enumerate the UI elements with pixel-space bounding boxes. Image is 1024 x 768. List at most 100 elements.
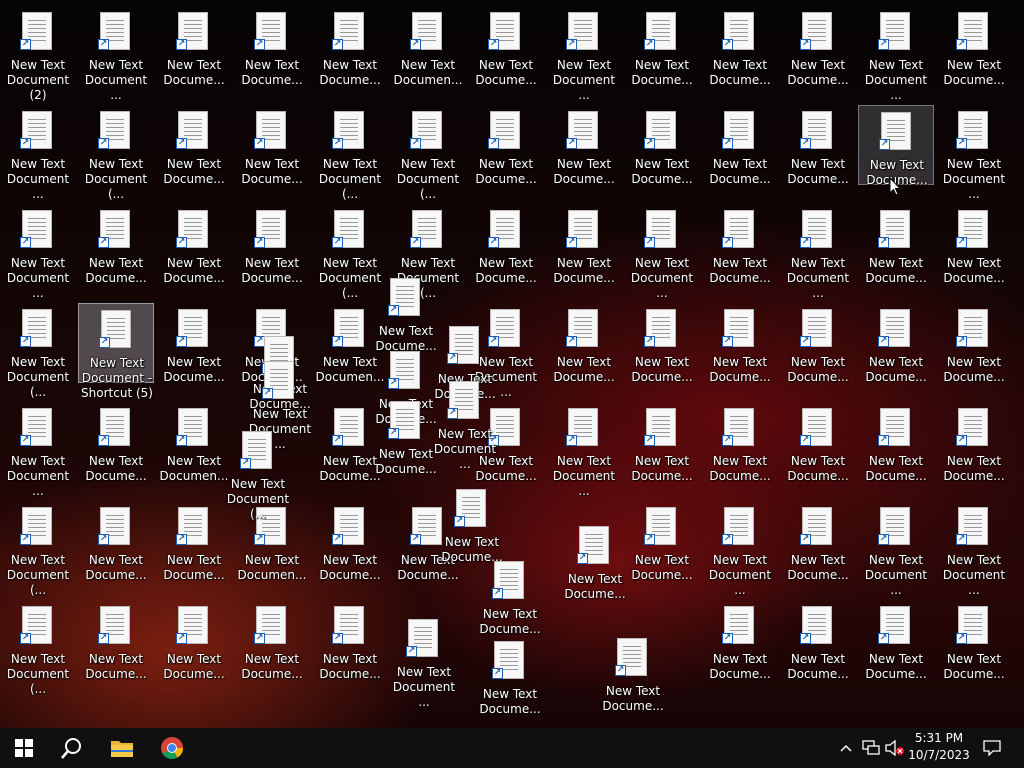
desktop-shortcut[interactable]: ↗New Text Docume... <box>595 632 671 713</box>
desktop-shortcut[interactable]: ↗New Text Docume... <box>434 483 510 564</box>
desktop-shortcut[interactable]: ↗New Text Docume... <box>936 402 1012 483</box>
desktop-shortcut[interactable]: ↗ New Text Document ... <box>546 6 622 102</box>
action-center-button[interactable] <box>978 728 1006 768</box>
desktop-shortcut[interactable]: ↗New Text Docume... <box>780 501 856 582</box>
shortcut-label: New Text Docume... <box>163 355 225 384</box>
start-button[interactable] <box>0 728 48 768</box>
desktop-shortcut[interactable]: ↗New Text Docume... <box>156 105 232 186</box>
desktop-shortcut[interactable]: ↗ New Text Document ... <box>702 501 778 597</box>
desktop-shortcut[interactable]: ↗ New Text Document ... <box>0 204 76 300</box>
desktop-shortcut[interactable]: ↗ New Text Document ... <box>858 6 934 102</box>
desktop-shortcut[interactable]: ↗ New Text Document (... <box>0 303 76 399</box>
desktop-shortcut[interactable]: ↗ New Text Document ... <box>0 105 76 201</box>
desktop-shortcut[interactable]: ↗New Text Docume... <box>702 204 778 285</box>
shortcut-arrow-icon: ↗ <box>20 435 31 446</box>
desktop-shortcut[interactable]: ↗New Text Docume... <box>858 204 934 285</box>
desktop-shortcut[interactable]: ↗ New Text Document (... <box>390 105 466 201</box>
shortcut-label: New Text Docume... <box>479 607 541 636</box>
desktop-shortcut[interactable]: ↗New Text Docume... <box>936 303 1012 384</box>
chrome-button[interactable] <box>148 728 196 768</box>
desktop-shortcut[interactable]: ↗ New Text Document ... <box>624 204 700 300</box>
desktop-shortcut[interactable]: ↗New Text Docume... <box>156 204 232 285</box>
desktop-shortcut[interactable]: ↗ New Text Document ... <box>0 402 76 498</box>
desktop-shortcut[interactable]: ↗New Text Docume... <box>312 501 388 582</box>
desktop-shortcut[interactable]: ↗New Text Docume... <box>468 6 544 87</box>
desktop-shortcut[interactable]: ↗New Text Docume... <box>702 303 778 384</box>
desktop-shortcut[interactable]: ↗New Text Docume... <box>624 6 700 87</box>
desktop[interactable]: ↗ New Text Document (2) ↗ New Text Document… <box>0 0 1024 728</box>
volume-button[interactable] <box>884 728 906 768</box>
desktop-shortcut[interactable]: ↗ New Text Document ... <box>936 105 1012 201</box>
desktop-shortcut[interactable]: ↗New Text Docume... <box>78 600 154 681</box>
desktop-shortcut[interactable]: ↗New Text Docume... <box>624 402 700 483</box>
shortcut-arrow-icon: ↗ <box>492 668 503 679</box>
desktop-shortcut[interactable]: ↗New Text Docume... <box>312 6 388 87</box>
desktop-shortcut[interactable]: ↗New Text Docume... <box>368 395 444 476</box>
desktop-shortcut[interactable]: ↗ New Text Document (... <box>78 105 154 201</box>
desktop-shortcut[interactable]: ↗New Text Docume... <box>546 303 622 384</box>
desktop-shortcut[interactable]: ↗ New Text Document ... <box>386 613 462 709</box>
desktop-shortcut[interactable]: ↗ New Text Document (... <box>0 600 76 696</box>
desktop-shortcut[interactable]: ↗New Text Docume... <box>936 600 1012 681</box>
desktop-shortcut[interactable]: ↗ New Text Document ... <box>78 6 154 102</box>
desktop-shortcut[interactable]: ↗New Text Docume... <box>780 402 856 483</box>
desktop-shortcut[interactable]: ↗ New Text Document ... <box>858 501 934 597</box>
desktop-shortcut[interactable]: ↗ New Text Document - Shortcut (5) <box>78 303 154 400</box>
desktop-shortcut[interactable]: ↗New Text Docume... <box>78 501 154 582</box>
desktop-shortcut[interactable]: ↗ New Text Document ... <box>546 402 622 498</box>
shortcut-arrow-icon: ↗ <box>98 39 109 50</box>
desktop-shortcut[interactable]: ↗New Text Docume... <box>780 105 856 186</box>
desktop-shortcut[interactable]: ↗ New Text Documen... <box>390 6 466 87</box>
desktop-shortcut[interactable]: ↗New Text Docume... <box>858 105 934 187</box>
desktop-shortcut[interactable]: ↗New Text Docume... <box>858 303 934 384</box>
desktop-shortcut[interactable]: ↗New Text Docume... <box>702 600 778 681</box>
desktop-shortcut[interactable]: ↗New Text Docume... <box>557 520 633 601</box>
desktop-shortcut[interactable]: ↗New Text Docume... <box>234 600 310 681</box>
desktop-shortcut[interactable]: ↗New Text Docume... <box>936 6 1012 87</box>
shortcut-label: New Text Document ... <box>552 58 616 102</box>
desktop-shortcut[interactable]: ↗New Text Docume... <box>546 105 622 186</box>
desktop-shortcut[interactable]: ↗New Text Docume... <box>78 204 154 285</box>
desktop-shortcut[interactable]: ↗New Text Docume... <box>546 204 622 285</box>
desktop-shortcut[interactable]: ↗New Text Docume... <box>156 303 232 384</box>
desktop-shortcut[interactable]: ↗New Text Docume... <box>156 600 232 681</box>
desktop-shortcut[interactable]: ↗New Text Docume... <box>858 600 934 681</box>
desktop-shortcut[interactable]: ↗New Text Docume... <box>936 204 1012 285</box>
file-explorer-button[interactable] <box>98 728 146 768</box>
shortcut-label: New Text Document ... <box>864 58 928 102</box>
desktop-shortcut[interactable]: ↗New Text Docume... <box>702 402 778 483</box>
show-hidden-icons-button[interactable] <box>836 728 856 768</box>
mouse-cursor-icon <box>889 177 901 196</box>
desktop-shortcut[interactable]: ↗New Text Docume... <box>780 6 856 87</box>
desktop-shortcut[interactable]: ↗New Text Docume... <box>780 303 856 384</box>
search-button[interactable] <box>48 728 96 768</box>
desktop-shortcut[interactable]: ↗New Text Docume... <box>702 6 778 87</box>
desktop-shortcut[interactable]: ↗New Text Docume... <box>624 105 700 186</box>
desktop-shortcut[interactable]: ↗ New Text Document (... <box>312 105 388 201</box>
taskbar-clock[interactable]: 5:31 PM 10/7/2023 <box>905 730 973 766</box>
shortcut-arrow-icon: ↗ <box>99 337 110 348</box>
desktop-shortcut[interactable]: ↗New Text Docume... <box>156 6 232 87</box>
desktop-shortcut[interactable]: ↗ New Text Document (... <box>220 425 296 521</box>
desktop-shortcut[interactable]: ↗New Text Docume... <box>468 204 544 285</box>
desktop-shortcut[interactable]: ↗ New Text Document ... <box>242 355 318 451</box>
desktop-shortcut[interactable]: ↗New Text Docume... <box>702 105 778 186</box>
desktop-shortcut[interactable]: ↗New Text Docume... <box>624 501 700 582</box>
network-button[interactable] <box>860 728 882 768</box>
desktop-shortcut[interactable]: ↗New Text Docume... <box>858 402 934 483</box>
desktop-shortcut[interactable]: ↗ New Text Document ... <box>780 204 856 300</box>
desktop-shortcut[interactable]: ↗ New Text Document (2) <box>0 6 76 102</box>
desktop-shortcut[interactable]: ↗New Text Docume... <box>472 555 548 636</box>
desktop-shortcut[interactable]: ↗New Text Docume... <box>624 303 700 384</box>
desktop-shortcut[interactable]: ↗New Text Docume... <box>234 204 310 285</box>
desktop-shortcut[interactable]: ↗New Text Docume... <box>468 105 544 186</box>
desktop-shortcut[interactable]: ↗ New Text Document ... <box>936 501 1012 597</box>
desktop-shortcut[interactable]: ↗New Text Docume... <box>472 635 548 716</box>
desktop-shortcut[interactable]: ↗New Text Docume... <box>780 600 856 681</box>
desktop-shortcut[interactable]: ↗ New Text Document (... <box>0 501 76 597</box>
desktop-shortcut[interactable]: ↗New Text Docume... <box>234 105 310 186</box>
desktop-shortcut[interactable]: ↗New Text Docume... <box>234 6 310 87</box>
desktop-shortcut[interactable]: ↗New Text Docume... <box>78 402 154 483</box>
shortcut-label: New Text Document (... <box>6 652 70 696</box>
desktop-shortcut[interactable]: ↗New Text Docume... <box>312 600 388 681</box>
